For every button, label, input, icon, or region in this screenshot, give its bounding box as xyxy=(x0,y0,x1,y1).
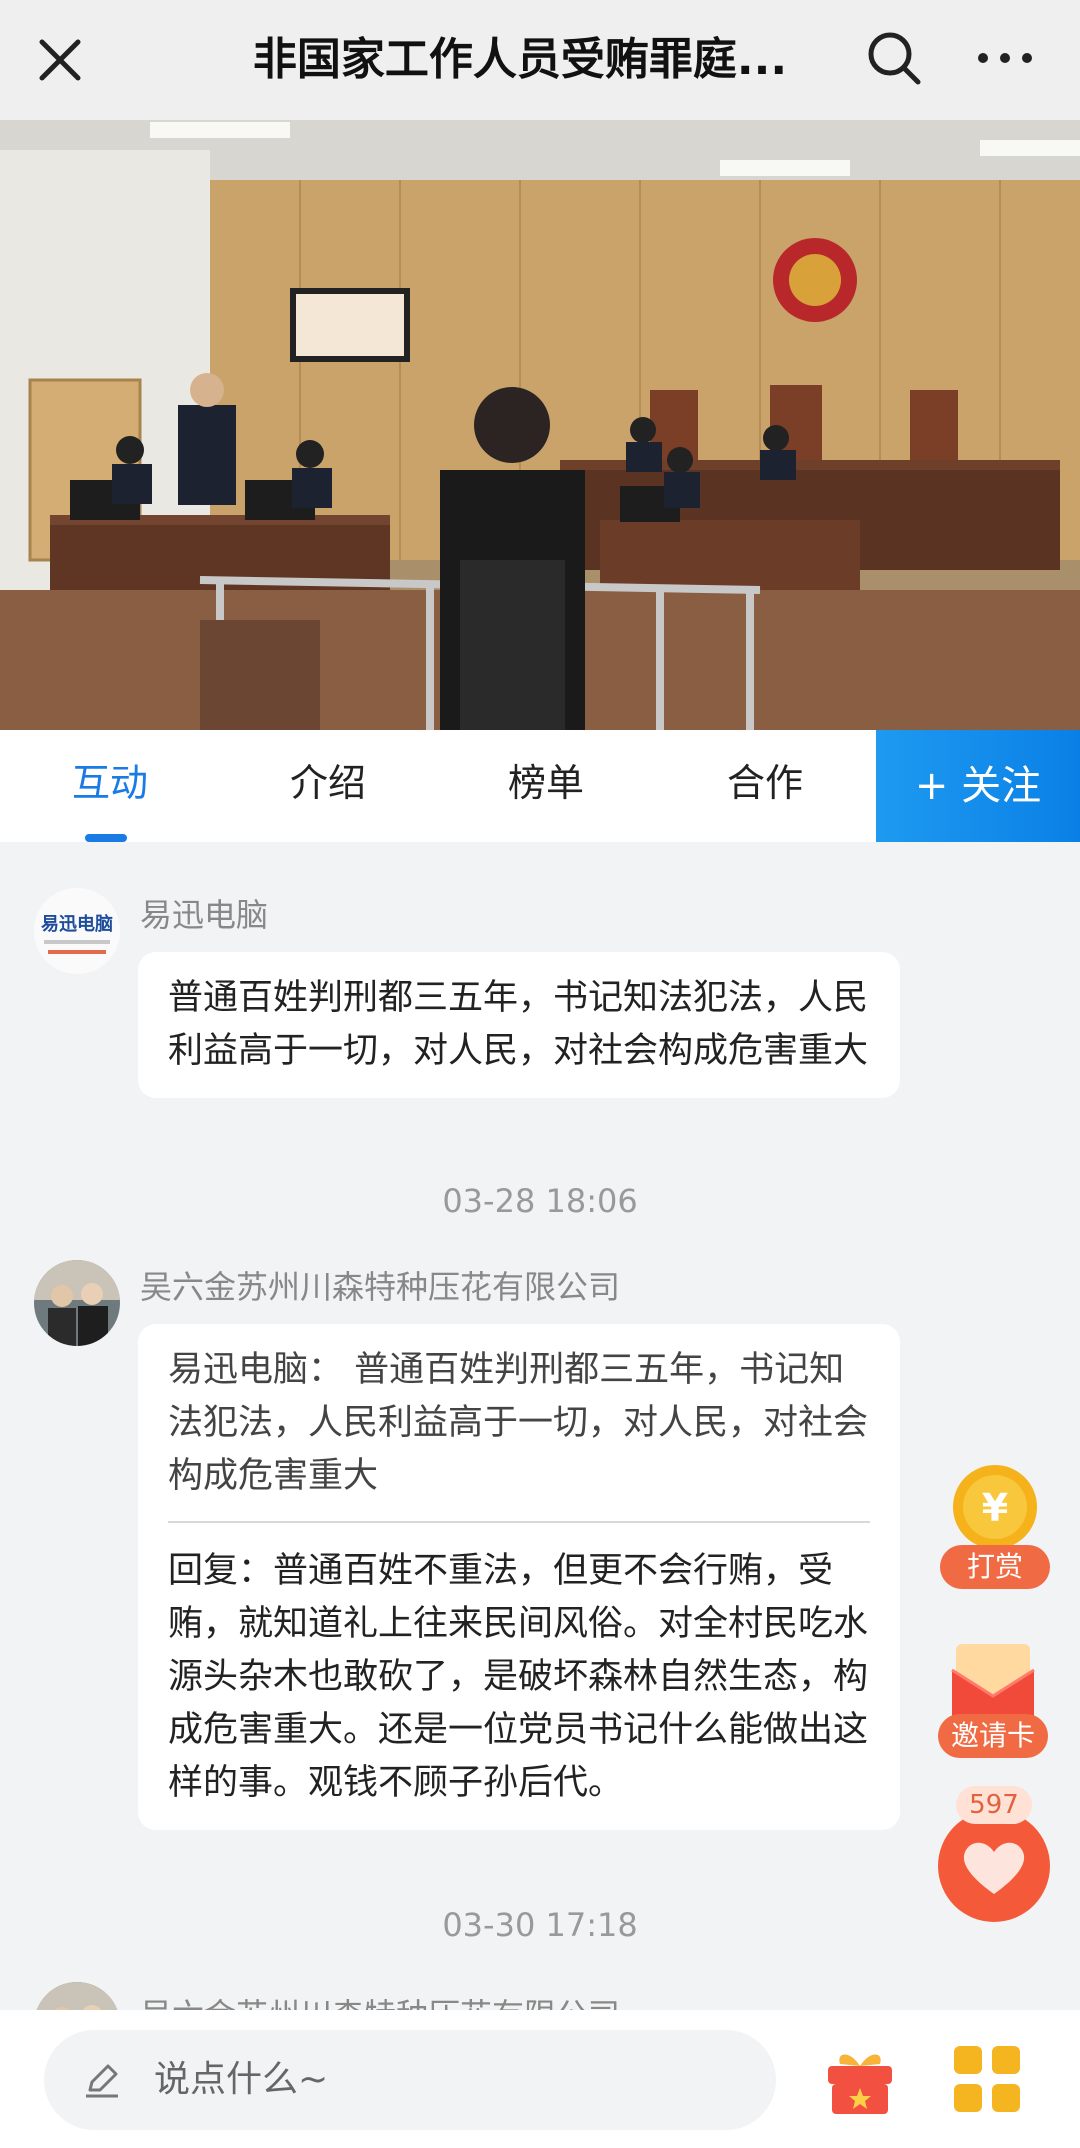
tab-ranking[interactable]: 榜单 xyxy=(446,730,646,842)
bottom-bar: 说点什么~ xyxy=(0,2010,1080,2148)
avatar[interactable]: 易迅电脑 xyxy=(34,888,120,974)
tab-label: 合作 xyxy=(726,761,803,805)
comment-username[interactable]: 吴六金苏州川森特种压花有限公司 xyxy=(140,1990,620,2010)
reply-text: 回复：普通百姓不重法，但更不会行贿，受贿，就知道礼上往来民间风俗。对全村民吃水源… xyxy=(168,1551,869,1803)
gift-icon[interactable] xyxy=(822,2042,898,2118)
comment-feed[interactable]: 易迅电脑 易迅电脑 普通百姓判刑都三五年，书记知法犯法，人民利益高于一切，对人民… xyxy=(0,842,1080,2010)
apps-grid-icon[interactable] xyxy=(952,2044,1022,2114)
tab-label: 介绍 xyxy=(289,761,366,805)
comment-timestamp: 03-30 17:18 xyxy=(442,1906,638,1944)
pen-icon xyxy=(86,2064,118,2098)
avatar[interactable] xyxy=(34,1982,120,2010)
comment-username[interactable]: 吴六金苏州川森特种压花有限公司 xyxy=(140,1262,620,1308)
comment-timestamp: 03-28 18:06 xyxy=(442,1182,638,1220)
search-icon[interactable] xyxy=(862,26,926,90)
comment-text: 普通百姓判刑都三五年，书记知法犯法，人民利益高于一切，对人民，对社会构成危害重大 xyxy=(168,978,869,1071)
reply-bubble: 易迅电脑： 普通百姓判刑都三五年，书记知法犯法，人民利益高于一切，对人民，对社会… xyxy=(138,1324,900,1830)
invite-label: 邀请卡 xyxy=(938,1714,1048,1758)
page-title: 非国家工作人员受贿罪庭... xyxy=(252,34,788,85)
svg-text:¥: ¥ xyxy=(982,1486,1008,1530)
avatar-logo-text: 易迅电脑 xyxy=(41,913,113,935)
tab-label: 互动 xyxy=(71,761,148,805)
comment-username[interactable]: 易迅电脑 xyxy=(140,890,268,936)
tab-label: 榜单 xyxy=(507,761,584,805)
reward-button[interactable]: ¥ 打赏 xyxy=(940,1463,1050,1593)
tab-bar: 互动 介绍 榜单 合作 + 关注 xyxy=(0,730,1080,842)
tab-intro[interactable]: 介绍 xyxy=(228,730,428,842)
active-tab-indicator xyxy=(85,834,127,842)
input-placeholder: 说点什么~ xyxy=(154,2059,329,2100)
quoted-comment: 易迅电脑： 普通百姓判刑都三五年，书记知法犯法，人民利益高于一切，对人民，对社会… xyxy=(168,1350,869,1496)
top-bar: 非国家工作人员受贿罪庭... xyxy=(0,0,1080,120)
follow-button[interactable]: + 关注 xyxy=(876,730,1080,842)
comment-bubble: 普通百姓判刑都三五年，书记知法犯法，人民利益高于一切，对人民，对社会构成危害重大 xyxy=(138,952,900,1098)
comment-input[interactable]: 说点什么~ xyxy=(44,2030,776,2130)
like-button[interactable]: 597 xyxy=(936,1786,1052,1926)
divider xyxy=(168,1521,870,1523)
reward-label: 打赏 xyxy=(940,1545,1050,1589)
tab-interaction[interactable]: 互动 xyxy=(10,730,210,842)
live-video-frame[interactable] xyxy=(0,120,1080,730)
avatar[interactable] xyxy=(34,1260,120,1346)
tab-cooperation[interactable]: 合作 xyxy=(665,730,865,842)
close-icon[interactable] xyxy=(28,28,92,92)
like-count: 597 xyxy=(956,1786,1032,1824)
more-icon[interactable] xyxy=(970,26,1040,90)
invite-card-button[interactable]: 邀请卡 xyxy=(938,1630,1048,1760)
